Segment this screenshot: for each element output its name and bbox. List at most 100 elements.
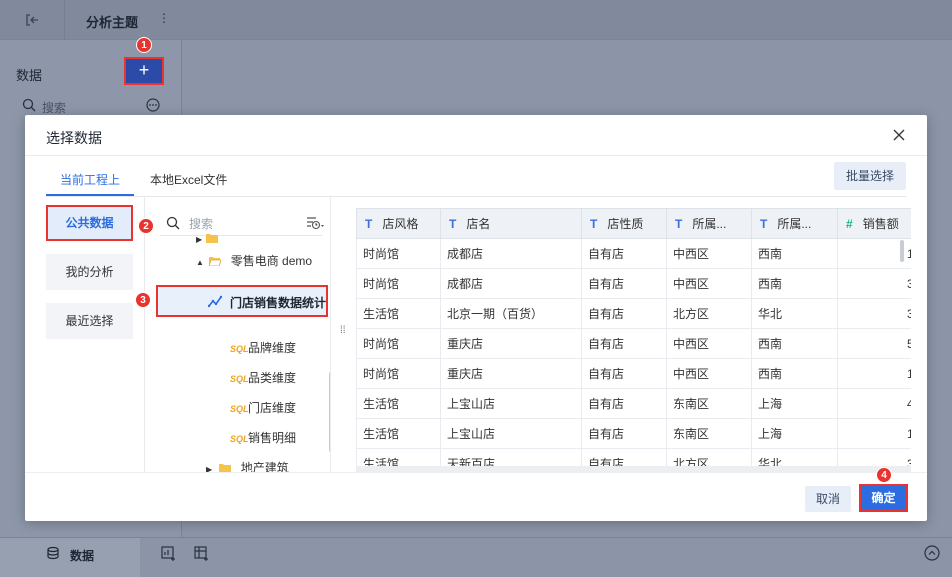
table-cell: 时尚馆 xyxy=(356,238,441,269)
table-cell: 成都店 xyxy=(440,268,582,299)
add-dashboard-icon[interactable] xyxy=(160,545,176,561)
tree-item-partial: ▶ xyxy=(196,231,218,251)
sql-icon: SQL xyxy=(230,434,249,444)
tree-folder-label: 零售电商 demo xyxy=(230,254,313,268)
table-cell: 自有店 xyxy=(581,268,667,299)
table-row: 生活馆上宝山店自有店东南区上海1, xyxy=(356,418,911,449)
table-cell: 自有店 xyxy=(581,388,667,419)
table-cell: 1, xyxy=(837,358,911,389)
bottom-bar: 数据 xyxy=(0,537,952,577)
tree-search-input[interactable]: 搜索 xyxy=(189,215,213,232)
column-header[interactable]: T 店名 xyxy=(440,208,582,239)
database-icon xyxy=(47,546,59,560)
divider xyxy=(25,155,927,156)
data-search-input[interactable]: 搜索 xyxy=(42,99,66,116)
data-tree: 搜索 ▶ ▲ 零售电商 demo 门店销售数据统计 SQL品牌维度 SQL品类维… xyxy=(146,197,331,472)
tree-folder-realestate[interactable]: ▶ 地产建筑 xyxy=(206,459,289,472)
column-header[interactable]: T 店性质 xyxy=(581,208,667,239)
batch-select-button[interactable]: 批量选择 xyxy=(834,162,906,190)
column-header[interactable]: T 店风格 xyxy=(356,208,441,239)
table-row: 时尚馆重庆店自有店中西区西南1, xyxy=(356,358,911,389)
search-icon xyxy=(166,216,180,230)
add-data-button[interactable]: + xyxy=(124,57,164,85)
back-icon[interactable] xyxy=(24,12,40,28)
confirm-button[interactable]: 确定 xyxy=(859,484,908,512)
dialog-title: 选择数据 xyxy=(46,130,102,146)
tree-scrollbar[interactable] xyxy=(329,372,330,452)
text-type-icon: T xyxy=(760,217,768,231)
table-cell: 生活馆 xyxy=(356,298,441,329)
tree-folder-retail[interactable]: ▲ 零售电商 demo xyxy=(196,252,312,272)
table-cell: 华北 xyxy=(751,298,838,329)
tree-item-label: 品牌维度 xyxy=(248,341,297,355)
tree-item-label: 门店维度 xyxy=(248,401,297,415)
line-chart-icon xyxy=(208,295,222,308)
table-cell: 北方区 xyxy=(666,298,752,329)
table-cell: 东南区 xyxy=(666,388,752,419)
search-icon xyxy=(22,98,36,112)
tree-item-category[interactable]: SQL品类维度 xyxy=(230,369,296,389)
options-icon[interactable] xyxy=(146,98,160,112)
table-cell: 生活馆 xyxy=(356,388,441,419)
column-header[interactable]: # 销售额 xyxy=(837,208,911,239)
nav-public-data[interactable]: 公共数据 xyxy=(46,205,133,241)
table-cell: 西南 xyxy=(751,268,838,299)
table-cell: 西南 xyxy=(751,238,838,269)
more-icon[interactable]: ⋮ xyxy=(158,11,170,25)
table-cell: 上宝山店 xyxy=(440,418,582,449)
table-cell: 4, xyxy=(837,388,911,419)
nav-recent[interactable]: 最近选择 xyxy=(46,303,133,339)
add-sheet-icon[interactable] xyxy=(193,545,209,561)
tree-item-store[interactable]: SQL门店维度 xyxy=(230,399,296,419)
table-cell: 自有店 xyxy=(581,298,667,329)
number-type-icon: # xyxy=(846,217,853,231)
table-row: 时尚馆重庆店自有店中西区西南5, xyxy=(356,328,911,359)
sort-icon[interactable] xyxy=(306,215,324,231)
divider xyxy=(64,0,65,40)
table-row: 生活馆北京一期（百货）自有店北方区华北3, xyxy=(356,298,911,329)
table-cell: 重庆店 xyxy=(440,358,582,389)
table-cell: 自有店 xyxy=(581,418,667,449)
page-title: 分析主题 xyxy=(86,15,139,30)
column-header[interactable]: T 所属... xyxy=(666,208,752,239)
text-type-icon: T xyxy=(365,217,373,231)
table-cell: 成都店 xyxy=(440,238,582,269)
tree-item-brand[interactable]: SQL品牌维度 xyxy=(230,339,296,359)
resize-handle[interactable]: ⁞⁞ xyxy=(340,326,348,342)
tree-item-label: 品类维度 xyxy=(248,371,297,385)
tree-item-store-sales[interactable]: 门店销售数据统计 xyxy=(156,285,328,317)
data-source-nav: 公共数据 我的分析 最近选择 xyxy=(25,197,145,472)
tree-item-label: 门店销售数据统计 xyxy=(230,296,327,310)
table-cell: 东南区 xyxy=(666,418,752,449)
tree-item-sales-detail[interactable]: SQL销售明细 xyxy=(230,429,296,449)
close-icon[interactable] xyxy=(893,129,905,141)
sql-icon: SQL xyxy=(230,344,249,354)
table-cell: 西南 xyxy=(751,328,838,359)
folder-icon xyxy=(206,234,218,243)
table-cell: 中西区 xyxy=(666,268,752,299)
table-cell: 中西区 xyxy=(666,328,752,359)
nav-my-analysis[interactable]: 我的分析 xyxy=(46,254,133,290)
divider xyxy=(25,472,927,473)
table-cell: 自有店 xyxy=(581,328,667,359)
table-cell: 上海 xyxy=(751,418,838,449)
top-bar: 分析主题 ⋮ xyxy=(0,0,952,40)
table-vertical-scrollbar[interactable] xyxy=(900,240,904,262)
table-cell: 中西区 xyxy=(666,358,752,389)
table-cell: 西南 xyxy=(751,358,838,389)
text-type-icon: T xyxy=(449,217,457,231)
tab-local-excel[interactable]: 本地Excel文件 xyxy=(150,171,227,188)
sql-icon: SQL xyxy=(230,374,249,384)
step-badge-3: 3 xyxy=(135,292,151,308)
cancel-button[interactable]: 取消 xyxy=(805,486,851,512)
tab-data[interactable]: 数据 xyxy=(0,538,140,577)
table-cell: 时尚馆 xyxy=(356,328,441,359)
table-cell: 1, xyxy=(837,418,911,449)
table-cell: 上海 xyxy=(751,388,838,419)
tab-data-label: 数据 xyxy=(70,549,95,563)
step-badge-2: 2 xyxy=(138,218,154,234)
table-cell: 重庆店 xyxy=(440,328,582,359)
column-header[interactable]: T 所属... xyxy=(751,208,838,239)
collapse-icon[interactable] xyxy=(924,545,940,561)
tab-current-project[interactable]: 当前工程上 xyxy=(45,171,135,196)
